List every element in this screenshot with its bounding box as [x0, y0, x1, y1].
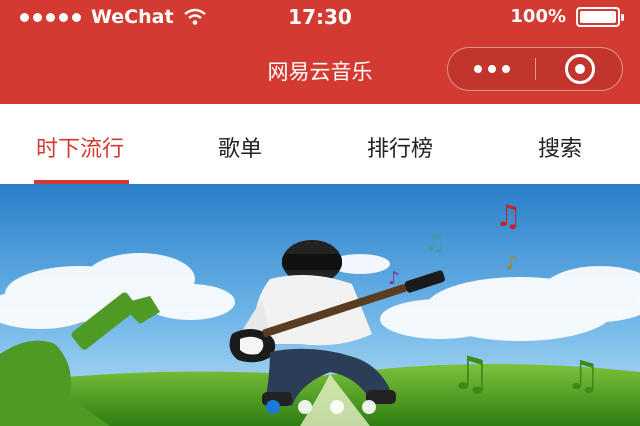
tab-charts[interactable]: 排行榜: [320, 104, 480, 184]
svg-text:♫: ♫: [450, 346, 491, 400]
status-bar: WeChat 17:30 100%: [0, 0, 640, 34]
menu-capsule: [447, 47, 623, 91]
navigation-bar: 网易云音乐: [0, 34, 640, 104]
svg-text:♪: ♪: [505, 250, 518, 274]
close-button[interactable]: [536, 48, 623, 90]
close-circle-icon: [564, 54, 595, 84]
carousel-dot[interactable]: [298, 400, 312, 414]
tab-label: 时下流行: [35, 137, 124, 162]
more-button[interactable]: [448, 48, 535, 90]
carousel-indicators: [266, 400, 376, 414]
battery-percent: 100%: [510, 6, 566, 27]
tab-label: 搜索: [537, 137, 582, 162]
tab-label: 排行榜: [366, 137, 433, 162]
svg-text:♫: ♫: [425, 231, 445, 256]
more-dots-icon: [473, 65, 482, 73]
carousel-dot[interactable]: [330, 400, 344, 414]
banner-image: ♫ ♫ ♪ ♪ ♫ ♫: [0, 184, 640, 426]
svg-text:♫: ♫: [495, 199, 522, 234]
battery-icon: [576, 6, 624, 27]
svg-text:♪: ♪: [388, 268, 400, 289]
carousel-dot[interactable]: [362, 400, 376, 414]
carousel-dot[interactable]: [266, 400, 280, 414]
banner-carousel[interactable]: ♫ ♫ ♪ ♪ ♫ ♫: [0, 184, 640, 426]
tab-trending[interactable]: 时下流行: [0, 104, 160, 184]
tab-playlists[interactable]: 歌单: [160, 104, 320, 184]
svg-text:♫: ♫: [565, 353, 601, 399]
tab-bar: 时下流行 歌单 排行榜 搜索: [0, 104, 640, 184]
status-right: 100%: [510, 6, 624, 27]
tab-label: 歌单: [217, 137, 262, 162]
tab-search[interactable]: 搜索: [480, 104, 640, 184]
